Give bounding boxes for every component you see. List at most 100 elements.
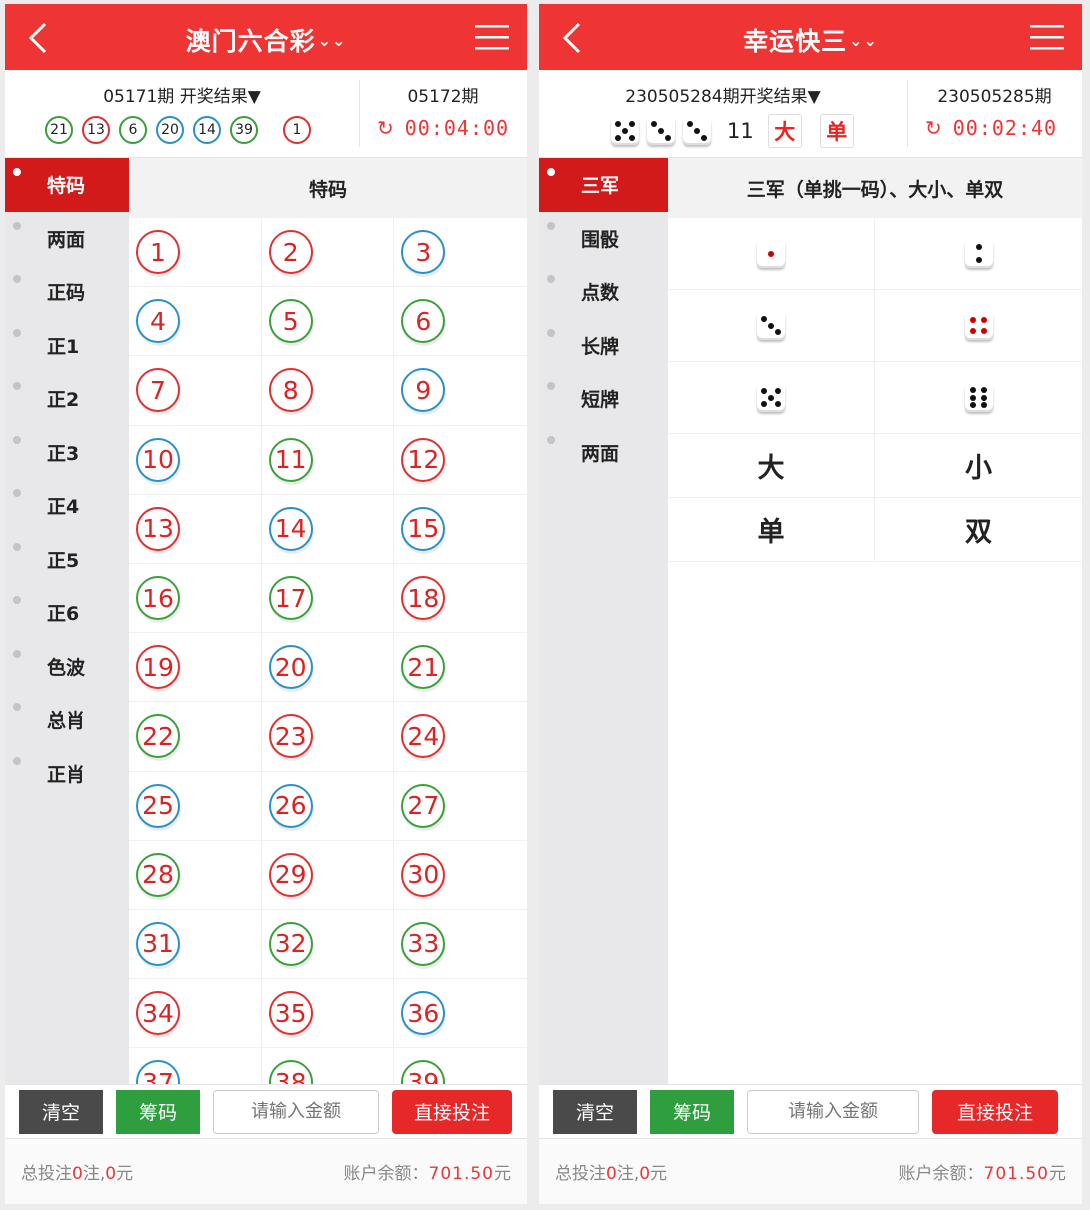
number-ball[interactable]: 4 (136, 299, 180, 344)
dice-option-cell[interactable] (875, 218, 1082, 290)
number-cell[interactable]: 5 (261, 287, 395, 357)
number-ball[interactable]: 15 (401, 506, 446, 551)
amount-input[interactable] (747, 1089, 919, 1134)
number-ball[interactable]: 21 (401, 645, 446, 690)
sidebar-item[interactable]: 两面 (5, 212, 129, 266)
number-ball[interactable]: 14 (268, 506, 313, 551)
number-ball[interactable]: 37 (136, 1060, 180, 1086)
dice-option-cell[interactable] (875, 362, 1082, 434)
number-cell[interactable]: 15 (394, 495, 527, 564)
number-cell[interactable]: 39 (394, 1048, 527, 1086)
number-cell[interactable]: 4 (129, 287, 262, 357)
refresh-icon[interactable]: ↻ (925, 116, 943, 140)
number-ball[interactable]: 34 (136, 991, 180, 1036)
number-cell[interactable]: 24 (394, 702, 527, 772)
number-ball[interactable]: 27 (401, 783, 446, 828)
sidebar-item[interactable]: 点数 (539, 265, 668, 319)
text-option-cell[interactable]: 小 (875, 434, 1082, 498)
text-option-cell[interactable]: 大 (668, 434, 875, 498)
number-cell[interactable]: 20 (261, 633, 395, 703)
sidebar-item[interactable]: 长牌 (539, 319, 668, 373)
previous-issue-result[interactable]: 05171期 开奖结果▼ (5, 82, 359, 107)
number-ball[interactable]: 10 (136, 437, 180, 482)
sidebar-item[interactable]: 正5 (5, 533, 129, 587)
place-bet-button[interactable]: 直接投注 (392, 1089, 512, 1134)
sidebar-item[interactable]: 正1 (5, 319, 129, 373)
number-ball[interactable]: 28 (136, 852, 180, 897)
sidebar-item[interactable]: 正2 (5, 372, 129, 426)
number-cell[interactable]: 14 (261, 494, 395, 564)
number-ball[interactable]: 23 (268, 714, 313, 759)
number-cell[interactable]: 9 (394, 356, 527, 426)
number-cell[interactable]: 34 (129, 979, 262, 1049)
number-cell[interactable]: 23 (261, 702, 395, 772)
number-cell[interactable]: 10 (129, 425, 262, 495)
amount-input[interactable] (213, 1089, 379, 1134)
previous-issue-result[interactable]: 230505284期开奖结果▼ (539, 82, 907, 107)
place-bet-button[interactable]: 直接投注 (932, 1089, 1058, 1134)
number-cell[interactable]: 38 (262, 1048, 395, 1086)
text-option-cell[interactable]: 双 (875, 498, 1082, 562)
number-ball[interactable]: 8 (268, 368, 313, 413)
dice-option-cell[interactable] (668, 290, 875, 362)
chip-button[interactable]: 筹码 (650, 1089, 734, 1134)
number-cell[interactable]: 8 (261, 356, 395, 426)
text-option-cell[interactable]: 单 (668, 498, 875, 562)
number-ball[interactable]: 18 (401, 576, 446, 621)
number-ball[interactable]: 33 (401, 921, 446, 966)
number-cell[interactable]: 3 (394, 218, 527, 288)
number-ball[interactable]: 35 (268, 991, 313, 1036)
number-cell[interactable]: 18 (394, 564, 527, 634)
sidebar-item[interactable]: 总肖 (5, 693, 129, 747)
number-cell[interactable]: 7 (129, 356, 262, 426)
number-ball[interactable]: 38 (268, 1060, 313, 1086)
number-ball[interactable]: 39 (401, 1060, 446, 1086)
clear-button[interactable]: 清空 (553, 1089, 637, 1134)
sidebar-item[interactable]: 两面 (539, 426, 668, 480)
sidebar-item[interactable]: 正码 (5, 265, 129, 319)
number-ball[interactable]: 29 (268, 852, 313, 897)
menu-icon[interactable] (475, 24, 509, 50)
number-ball[interactable]: 31 (136, 921, 180, 966)
number-cell[interactable]: 22 (129, 702, 262, 772)
dice-option-cell[interactable] (668, 218, 875, 290)
number-cell[interactable]: 2 (261, 218, 395, 288)
sidebar-item[interactable]: 正6 (5, 586, 129, 640)
number-cell[interactable]: 12 (394, 426, 527, 495)
game-title[interactable]: 澳门六合彩 ⌄⌄ (5, 22, 527, 58)
number-cell[interactable]: 17 (261, 563, 395, 634)
sidebar-item[interactable]: 短牌 (539, 372, 668, 426)
sidebar-item[interactable]: 特码 (5, 158, 129, 212)
number-cell[interactable]: 25 (129, 771, 262, 841)
number-ball[interactable]: 12 (401, 437, 446, 482)
number-cell[interactable]: 21 (394, 633, 527, 703)
number-ball[interactable]: 22 (136, 714, 180, 759)
number-ball[interactable]: 2 (268, 230, 313, 275)
dice-option-cell[interactable] (668, 362, 875, 434)
number-cell[interactable]: 32 (261, 909, 395, 980)
number-cell[interactable]: 6 (394, 287, 527, 357)
number-cell[interactable]: 16 (129, 563, 262, 634)
number-ball[interactable]: 25 (136, 783, 180, 828)
number-cell[interactable]: 19 (129, 633, 262, 703)
number-cell[interactable]: 27 (394, 772, 527, 841)
number-ball[interactable]: 6 (401, 299, 446, 344)
number-ball[interactable]: 19 (136, 645, 180, 690)
number-cell[interactable]: 31 (129, 909, 262, 980)
sidebar-item[interactable]: 正肖 (5, 747, 129, 801)
number-cell[interactable]: 11 (261, 425, 395, 495)
number-cell[interactable]: 26 (261, 771, 395, 841)
refresh-icon[interactable]: ↻ (377, 116, 395, 140)
number-cell[interactable]: 13 (129, 494, 262, 564)
sidebar-item[interactable]: 三军 (539, 158, 668, 212)
number-ball[interactable]: 30 (401, 852, 446, 897)
number-ball[interactable]: 32 (268, 921, 313, 966)
number-cell[interactable]: 28 (129, 840, 262, 910)
number-cell[interactable]: 37 (129, 1048, 262, 1086)
game-title[interactable]: 幸运快三 ⌄⌄ (539, 22, 1082, 58)
number-ball[interactable]: 26 (268, 783, 313, 828)
sidebar-item[interactable]: 色波 (5, 640, 129, 694)
number-ball[interactable]: 20 (268, 645, 313, 690)
number-cell[interactable]: 35 (261, 979, 395, 1049)
number-ball[interactable]: 9 (401, 368, 446, 413)
